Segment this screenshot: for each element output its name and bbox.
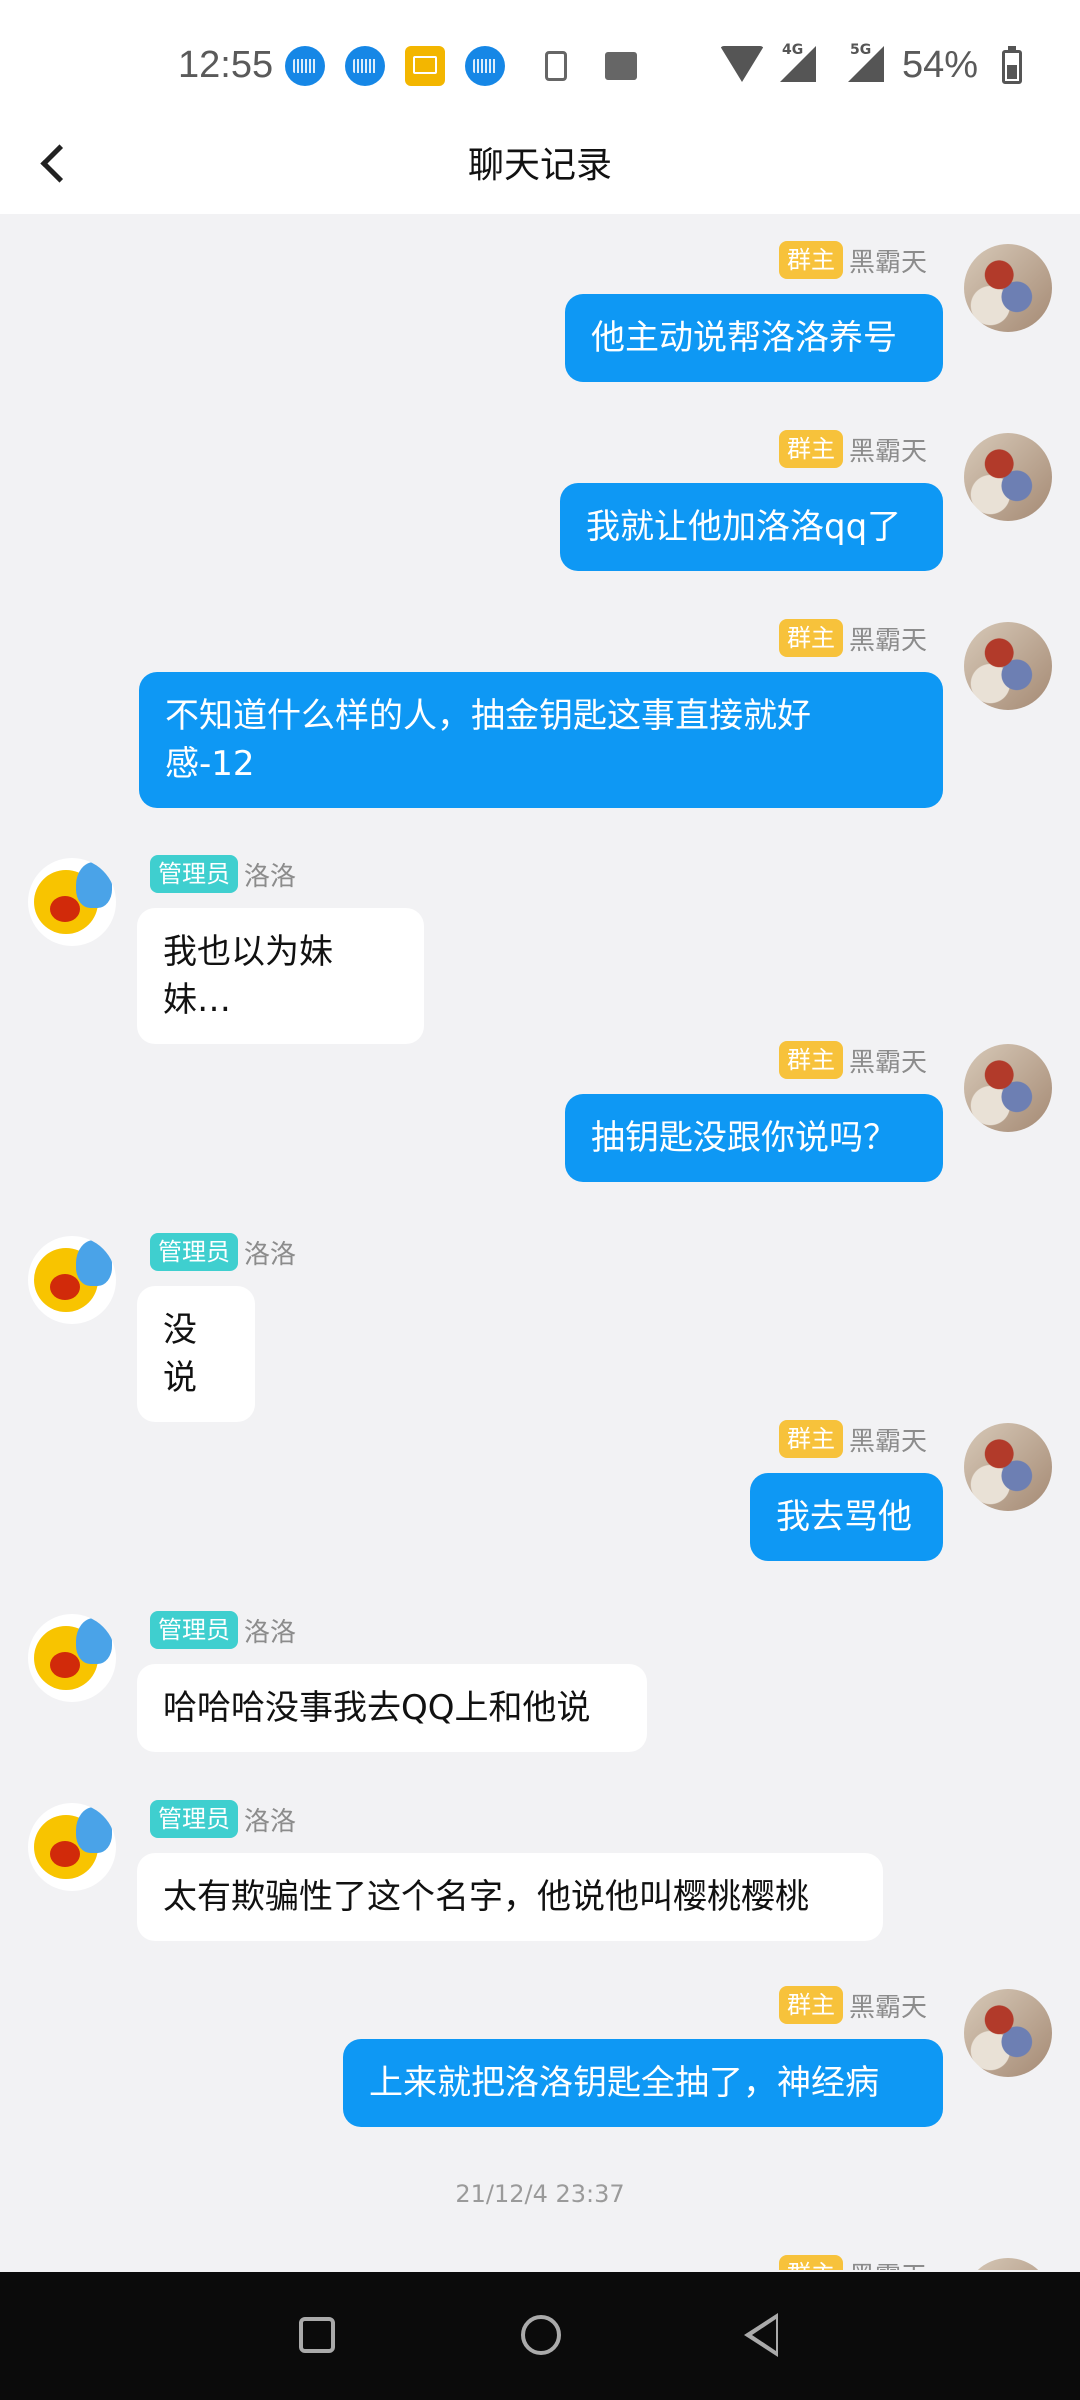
chat-history-header: 聊天记录 (0, 110, 1080, 214)
chat-message: 管理员 洛洛 哈哈哈没事我去QQ上和他说 (0, 1610, 1080, 1780)
chat-message: 群主 黑霸天 (0, 2254, 1080, 2270)
status-time: 12:55 (178, 44, 274, 86)
keyboard-notification-icon (465, 46, 505, 86)
fish-icon (76, 1807, 112, 1853)
chat-message: 群主 黑霸天 我就让他加洛洛qq了 (0, 429, 1080, 599)
role-badge: 群主 (778, 2255, 843, 2270)
chat-message: 管理员 洛洛 我也以为妹妹… (0, 854, 1080, 1044)
message-meta: 管理员 洛洛 (150, 1799, 296, 1839)
image-icon (605, 52, 637, 80)
recent-apps-icon[interactable] (299, 2317, 335, 2353)
role-badge: 管理员 (150, 855, 238, 893)
message-bubble[interactable]: 没说 (137, 1286, 255, 1422)
message-bubble[interactable]: 我也以为妹妹… (137, 908, 424, 1044)
message-bubble[interactable]: 太有欺骗性了这个名字，他说他叫樱桃樱桃 (137, 1853, 883, 1941)
chat-message: 群主 黑霸天 抽钥匙没跟你说吗？ (0, 1040, 1080, 1210)
role-badge: 群主 (778, 430, 843, 468)
sender-name: 黑霸天 (848, 1047, 927, 1078)
chat-message: 群主 黑霸天 上来就把洛洛钥匙全抽了，神经病 (0, 1985, 1080, 2155)
avatar[interactable] (28, 1803, 116, 1891)
avatar[interactable] (28, 1236, 116, 1324)
sender-name: 洛洛 (244, 861, 297, 892)
role-badge: 群主 (778, 619, 843, 657)
avatar[interactable] (964, 2258, 1052, 2270)
message-meta: 群主 黑霸天 (778, 1419, 927, 1459)
message-meta: 群主 黑霸天 (778, 1040, 927, 1080)
role-badge: 群主 (778, 1420, 843, 1458)
keyboard-notification-icon (345, 46, 385, 86)
message-meta: 群主 黑霸天 (778, 240, 927, 280)
role-badge: 群主 (778, 1041, 843, 1079)
sender-name: 黑霸天 (849, 2256, 927, 2271)
chat-message: 群主 黑霸天 我去骂他 (0, 1419, 1080, 1589)
role-badge: 群主 (778, 241, 843, 279)
role-badge: 管理员 (150, 1611, 238, 1649)
battery-icon (1002, 46, 1022, 84)
wifi-icon (720, 46, 764, 82)
avatar[interactable] (964, 1423, 1052, 1511)
network-5g-label: 5G (850, 42, 872, 58)
avatar[interactable] (964, 433, 1052, 521)
avatar[interactable] (964, 1044, 1052, 1132)
home-icon[interactable] (521, 2315, 561, 2355)
message-timestamp: 21/12/4 23:37 (455, 2180, 625, 2208)
fish-icon (76, 1240, 112, 1286)
mail-icon (405, 46, 445, 86)
message-meta: 群主 黑霸天 (778, 429, 927, 469)
message-meta: 管理员 洛洛 (150, 1610, 296, 1650)
avatar[interactable] (28, 1614, 116, 1702)
system-navigation-bar (0, 2272, 1080, 2400)
avatar[interactable] (964, 244, 1052, 332)
message-bubble[interactable]: 不知道什么样的人，抽金钥匙这事直接就好 感-12 (139, 672, 943, 808)
download-icon (545, 51, 567, 81)
message-meta: 群主 黑霸天 (778, 1985, 927, 2025)
message-bubble[interactable]: 哈哈哈没事我去QQ上和他说 (137, 1664, 647, 1752)
chat-message: 管理员 洛洛 太有欺骗性了这个名字，他说他叫樱桃樱桃 (0, 1799, 1080, 1969)
sender-name: 黑霸天 (848, 1992, 927, 2023)
message-bubble[interactable]: 抽钥匙没跟你说吗？ (565, 1094, 943, 1182)
keyboard-notification-icon (285, 46, 325, 86)
back-icon[interactable] (744, 2313, 778, 2357)
system-icons: 4G 5G 54% (720, 40, 1080, 100)
sender-name: 洛洛 (244, 1617, 297, 1648)
avatar[interactable] (964, 1989, 1052, 2077)
sender-name: 洛洛 (244, 1806, 297, 1837)
role-badge: 管理员 (150, 1233, 238, 1271)
chat-message: 管理员 洛洛 没说 (0, 1232, 1080, 1422)
sender-name: 洛洛 (244, 1239, 297, 1270)
avatar[interactable] (28, 858, 116, 946)
message-meta: 群主 黑霸天 (778, 618, 927, 658)
sender-name: 黑霸天 (848, 1426, 927, 1457)
battery-percent: 54% (902, 44, 979, 86)
sender-name: 黑霸天 (848, 436, 927, 467)
avatar[interactable] (964, 622, 1052, 710)
role-badge: 管理员 (150, 1800, 238, 1838)
page-title: 聊天记录 (467, 145, 612, 186)
message-meta: 群主 黑霸天 (778, 2254, 927, 2271)
message-bubble[interactable]: 上来就把洛洛钥匙全抽了，神经病 (343, 2039, 943, 2127)
message-meta: 管理员 洛洛 (150, 854, 296, 894)
role-badge: 群主 (778, 1986, 843, 2024)
chat-list[interactable]: 群主 黑霸天 他主动说帮洛洛养号 群主 黑霸天 我就让他加洛洛qq了 群主 黑霸… (0, 214, 1080, 2270)
message-meta: 管理员 洛洛 (150, 1232, 296, 1272)
network-4g-label: 4G (782, 42, 804, 58)
fish-icon (76, 1618, 112, 1664)
chat-message: 群主 黑霸天 不知道什么样的人，抽金钥匙这事直接就好 感-12 (0, 618, 1080, 848)
notification-icons (285, 46, 637, 86)
sender-name: 黑霸天 (848, 247, 927, 278)
sender-name: 黑霸天 (848, 625, 927, 656)
message-bubble[interactable]: 我去骂他 (750, 1473, 943, 1561)
message-bubble[interactable]: 我就让他加洛洛qq了 (560, 483, 943, 571)
chat-message: 群主 黑霸天 他主动说帮洛洛养号 (0, 240, 1080, 410)
message-bubble[interactable]: 他主动说帮洛洛养号 (565, 294, 943, 382)
fish-icon (76, 862, 112, 908)
